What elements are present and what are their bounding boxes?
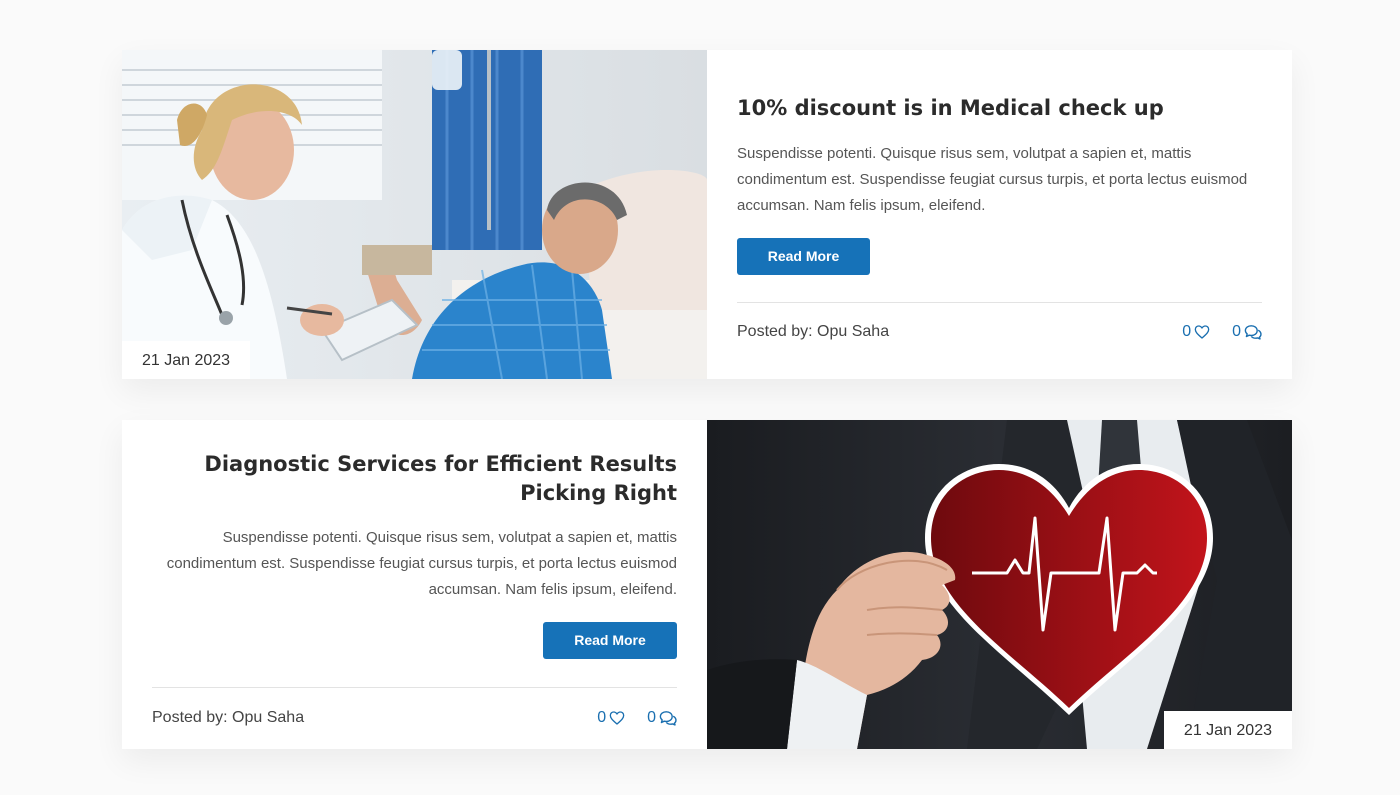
blog-card: Diagnostic Services for Efficient Result… xyxy=(122,420,1292,749)
post-meta: Posted by: Opu Saha 0 0 xyxy=(737,323,1262,341)
comment-count-value: 0 xyxy=(647,709,656,726)
post-date: 21 Jan 2023 xyxy=(122,341,251,379)
like-count-value: 0 xyxy=(597,709,607,726)
post-title[interactable]: 10% discount is in Medical check up xyxy=(737,94,1262,123)
comment-count[interactable]: 0 xyxy=(647,709,677,727)
post-author: Posted by: Opu Saha xyxy=(152,709,305,726)
post-title[interactable]: Diagnostic Services for Efficient Result… xyxy=(152,450,677,508)
like-count[interactable]: 0 xyxy=(597,709,625,727)
like-count-value: 0 xyxy=(1182,323,1192,340)
heart-icon xyxy=(1194,325,1210,339)
like-count[interactable]: 0 xyxy=(1182,323,1210,341)
post-date: 21 Jan 2023 xyxy=(1163,711,1292,749)
post-excerpt: Suspendisse potenti. Quisque risus sem, … xyxy=(166,529,677,598)
doctor-patient-image xyxy=(122,50,707,379)
post-image[interactable]: 21 Jan 2023 xyxy=(707,420,1292,749)
comments-icon xyxy=(659,711,677,726)
read-more-button[interactable]: Read More xyxy=(543,622,677,659)
post-author: Posted by: Opu Saha xyxy=(737,323,890,340)
post-image[interactable]: 21 Jan 2023 xyxy=(122,50,707,379)
divider xyxy=(737,302,1262,303)
post-stats: 0 0 xyxy=(597,709,677,727)
heart-in-hand-image xyxy=(707,420,1292,749)
post-meta: Posted by: Opu Saha 0 0 xyxy=(152,709,677,727)
read-more-button[interactable]: Read More xyxy=(737,238,870,275)
blog-card: 21 Jan 2023 10% discount is in Medical c… xyxy=(122,50,1292,379)
post-excerpt: Suspendisse potenti. Quisque risus sem, … xyxy=(737,145,1248,214)
heart-icon xyxy=(609,711,625,725)
post-content: Diagnostic Services for Efficient Result… xyxy=(122,420,707,749)
post-stats: 0 0 xyxy=(1182,323,1262,341)
post-content: 10% discount is in Medical check up Susp… xyxy=(707,50,1292,379)
comment-count-value: 0 xyxy=(1232,323,1241,340)
divider xyxy=(152,687,677,688)
comments-icon xyxy=(1244,325,1262,340)
comment-count[interactable]: 0 xyxy=(1232,323,1262,341)
